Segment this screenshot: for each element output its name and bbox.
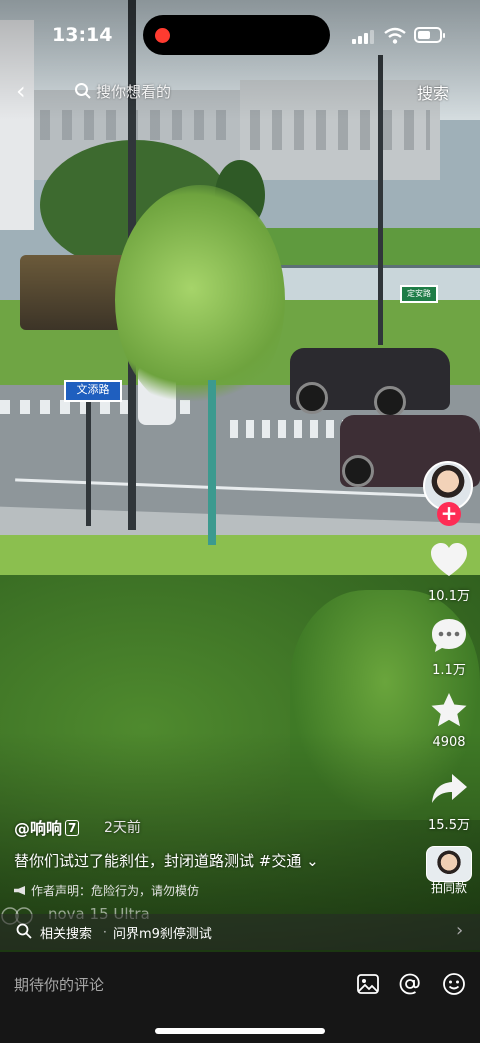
battery-icon xyxy=(414,27,445,43)
video-screen: 文添路 定安路 13:14 ‹ 搜你想看的 搜索 + 10.1万 1.1万 49… xyxy=(0,0,480,1043)
post-description-text[interactable]: 替你们试过了能刹住，封闭道路测试 #交通 xyxy=(14,852,301,870)
same-style-label[interactable]: 拍同款 xyxy=(424,879,474,896)
video-player[interactable]: 文添路 定安路 xyxy=(0,0,480,952)
search-input[interactable]: 搜你想看的 xyxy=(70,78,370,104)
search-icon xyxy=(75,83,91,99)
road-sign: 定安路 xyxy=(400,285,438,303)
video-field xyxy=(250,228,480,268)
comment-bubble-icon[interactable] xyxy=(428,615,470,657)
cellular-signal-icon xyxy=(352,30,376,44)
related-search-query[interactable]: 问界m9刹停测试 xyxy=(113,923,212,942)
author-badge: 7 xyxy=(65,820,80,836)
author-name[interactable]: @响响 7 xyxy=(14,815,80,839)
search-icon xyxy=(16,923,32,939)
video-sign-pole xyxy=(86,398,91,526)
author-notice-text: 作者声明：危险行为，请勿模仿 xyxy=(31,884,200,898)
search-button[interactable]: 搜索 xyxy=(417,80,449,104)
dynamic-island xyxy=(143,15,330,55)
megaphone-icon xyxy=(14,886,25,895)
favorite-star-icon[interactable] xyxy=(428,690,470,732)
back-icon[interactable]: ‹ xyxy=(16,78,38,104)
image-icon[interactable] xyxy=(356,972,380,996)
car-wheel xyxy=(342,455,374,487)
same-style-thumbnail[interactable] xyxy=(426,846,472,882)
mention-at-icon[interactable] xyxy=(398,972,422,996)
status-time: 13:14 xyxy=(52,24,113,46)
home-indicator[interactable] xyxy=(155,1028,325,1034)
like-heart-icon[interactable] xyxy=(428,540,470,582)
share-count: 15.5万 xyxy=(428,818,470,833)
follow-plus-icon[interactable]: + xyxy=(437,502,461,526)
post-description[interactable]: 替你们试过了能刹住，封闭道路测试 #交通 ⌄ xyxy=(14,850,414,871)
like-count: 10.1万 xyxy=(428,589,470,604)
comment-count: 1.1万 xyxy=(432,663,466,678)
car-wheel xyxy=(296,382,328,414)
related-search-separator: · xyxy=(103,925,107,939)
wifi-icon xyxy=(384,27,406,44)
related-search-bar[interactable]: 相关搜索 · 问界m9刹停测试 › xyxy=(0,914,480,950)
road-sign: 文添路 xyxy=(64,380,122,402)
search-placeholder: 搜你想看的 xyxy=(96,83,172,101)
post-time: 2天前 xyxy=(104,820,141,836)
author-notice: 作者声明：危险行为，请勿模仿 xyxy=(14,882,199,899)
chevron-right-icon[interactable]: › xyxy=(456,920,463,941)
video-tree-trunk xyxy=(208,380,216,545)
favorite-count: 4908 xyxy=(432,735,466,750)
video-suv xyxy=(290,348,450,418)
share-arrow-icon[interactable] xyxy=(428,768,470,810)
comment-bar: 期待你的评论 xyxy=(0,952,480,1043)
status-bar: 13:14 xyxy=(0,0,480,70)
emoji-icon[interactable] xyxy=(442,972,466,996)
video-young-tree xyxy=(115,185,285,415)
car-wheel xyxy=(374,386,406,418)
author-handle[interactable]: @响响 xyxy=(14,819,62,838)
recording-indicator-icon xyxy=(155,28,170,43)
related-search-label: 相关搜索 xyxy=(40,927,93,942)
expand-chevron-icon[interactable]: ⌄ xyxy=(301,852,319,870)
comment-input[interactable]: 期待你的评论 xyxy=(14,974,104,995)
